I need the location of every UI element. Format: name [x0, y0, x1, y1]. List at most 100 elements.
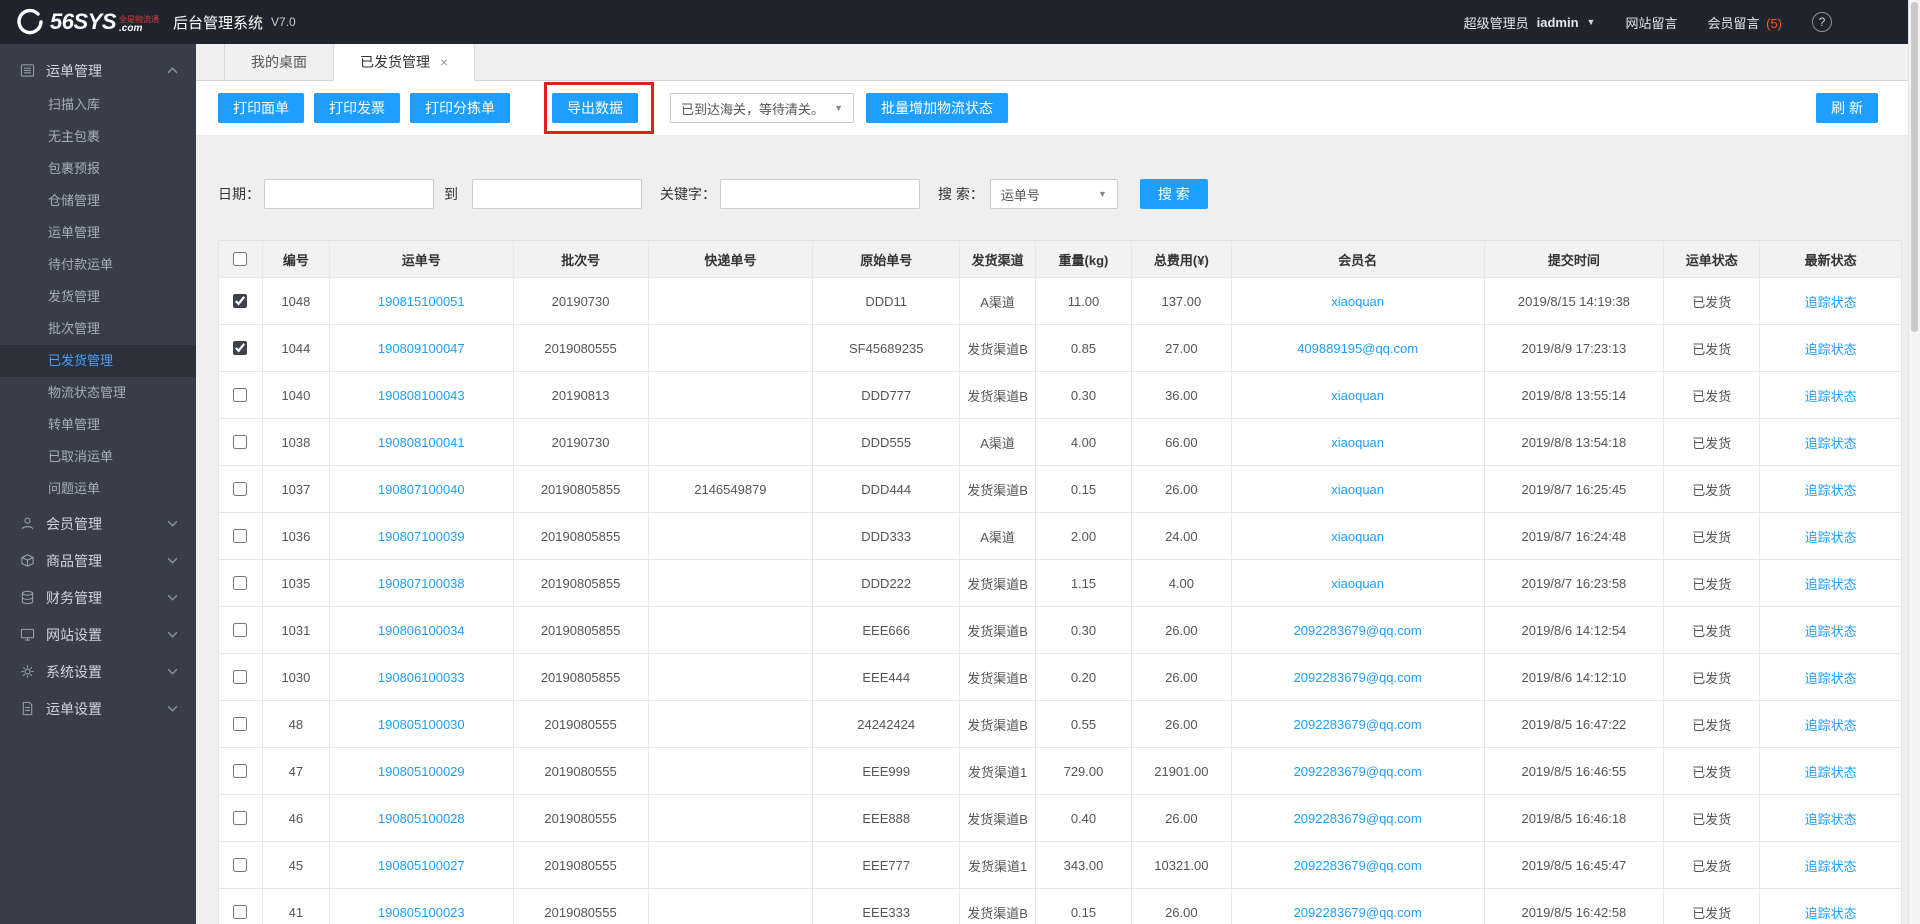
tab-my-desktop[interactable]: 我的桌面 [224, 44, 334, 80]
member-link[interactable]: xiaoquan [1331, 294, 1384, 309]
track-status-link[interactable]: 追踪状态 [1805, 809, 1857, 828]
scrollbar-thumb[interactable] [1911, 2, 1918, 332]
member-link[interactable]: xiaoquan [1331, 482, 1384, 497]
waybill-link[interactable]: 190815100051 [378, 294, 465, 309]
refresh-button[interactable]: 刷 新 [1816, 93, 1878, 123]
sidebar-item-批次管理[interactable]: 批次管理 [0, 313, 196, 345]
member-link[interactable]: xiaoquan [1331, 388, 1384, 403]
sidebar-item-运单管理[interactable]: 运单管理 [0, 217, 196, 249]
row-checkbox[interactable] [233, 811, 247, 825]
help-icon[interactable]: ? [1812, 12, 1832, 32]
waybill-link[interactable]: 190806100034 [378, 623, 465, 638]
export-data-button[interactable]: 导出数据 [552, 93, 638, 123]
keyword-input[interactable] [720, 179, 920, 209]
track-status-link[interactable]: 追踪状态 [1805, 339, 1857, 358]
track-status-link[interactable]: 追踪状态 [1805, 621, 1857, 640]
member-link[interactable]: 2092283679@qq.com [1294, 670, 1422, 685]
sidebar-item-转单管理[interactable]: 转单管理 [0, 409, 196, 441]
sidebar-item-物流状态管理[interactable]: 物流状态管理 [0, 377, 196, 409]
sidebar-item-问题运单[interactable]: 问题运单 [0, 473, 196, 505]
waybill-link[interactable]: 190807100038 [378, 576, 465, 591]
row-checkbox[interactable] [233, 341, 247, 355]
waybill-link[interactable]: 190805100029 [378, 764, 465, 779]
member-link[interactable]: 2092283679@qq.com [1294, 811, 1422, 826]
member-link[interactable]: 409889195@qq.com [1297, 341, 1418, 356]
track-status-link[interactable]: 追踪状态 [1805, 856, 1857, 875]
sidebar-item-包裹预报[interactable]: 包裹预报 [0, 153, 196, 185]
track-status-link[interactable]: 追踪状态 [1805, 480, 1857, 499]
sidebar-item-发货管理[interactable]: 发货管理 [0, 281, 196, 313]
waybill-link[interactable]: 190805100028 [378, 811, 465, 826]
waybill-link[interactable]: 190807100039 [378, 529, 465, 544]
cell-latest: 追踪状态 [1760, 701, 1901, 748]
cell-channel: A渠道 [960, 513, 1036, 560]
sidebar-item-待付款运单[interactable]: 待付款运单 [0, 249, 196, 281]
close-icon[interactable]: × [440, 54, 448, 70]
row-checkbox[interactable] [233, 482, 247, 496]
member-link[interactable]: xiaoquan [1331, 435, 1384, 450]
select-all-checkbox[interactable] [233, 252, 247, 266]
row-checkbox[interactable] [233, 905, 247, 919]
sidebar-item-已取消运单[interactable]: 已取消运单 [0, 441, 196, 473]
member-link[interactable]: 2092283679@qq.com [1294, 764, 1422, 779]
row-checkbox[interactable] [233, 529, 247, 543]
user-menu[interactable]: 超级管理员 iadmin ▼ [1464, 13, 1596, 32]
sidebar-item-扫描入库[interactable]: 扫描入库 [0, 89, 196, 121]
track-status-link[interactable]: 追踪状态 [1805, 668, 1857, 687]
waybill-link[interactable]: 190809100047 [378, 341, 465, 356]
sidebar-group-运单管理[interactable]: 运单管理 [0, 52, 196, 89]
sidebar-group-商品管理[interactable]: 商品管理 [0, 542, 196, 579]
waybill-link[interactable]: 190805100030 [378, 717, 465, 732]
track-status-link[interactable]: 追踪状态 [1805, 292, 1857, 311]
date-to-input[interactable] [472, 179, 642, 209]
waybill-link[interactable]: 190805100027 [378, 858, 465, 873]
print-label-button[interactable]: 打印面单 [218, 93, 304, 123]
member-link[interactable]: 2092283679@qq.com [1294, 717, 1422, 732]
search-button[interactable]: 搜 索 [1140, 179, 1208, 209]
site-messages-link[interactable]: 网站留言 [1625, 13, 1677, 32]
track-status-link[interactable]: 追踪状态 [1805, 574, 1857, 593]
waybill-link[interactable]: 190808100041 [378, 435, 465, 450]
waybill-link[interactable]: 190807100040 [378, 482, 465, 497]
member-link[interactable]: xiaoquan [1331, 529, 1384, 544]
sidebar-group-会员管理[interactable]: 会员管理 [0, 505, 196, 542]
print-invoice-button[interactable]: 打印发票 [314, 93, 400, 123]
row-checkbox[interactable] [233, 858, 247, 872]
sidebar-item-已发货管理[interactable]: 已发货管理 [0, 345, 196, 377]
track-status-link[interactable]: 追踪状态 [1805, 433, 1857, 452]
member-link[interactable]: 2092283679@qq.com [1294, 858, 1422, 873]
row-checkbox[interactable] [233, 576, 247, 590]
print-sorting-button[interactable]: 打印分拣单 [410, 93, 510, 123]
row-checkbox[interactable] [233, 717, 247, 731]
sidebar-item-仓储管理[interactable]: 仓储管理 [0, 185, 196, 217]
track-status-link[interactable]: 追踪状态 [1805, 386, 1857, 405]
waybill-link[interactable]: 190806100033 [378, 670, 465, 685]
waybill-link[interactable]: 190805100023 [378, 905, 465, 920]
track-status-link[interactable]: 追踪状态 [1805, 527, 1857, 546]
track-status-link[interactable]: 追踪状态 [1805, 903, 1857, 922]
sidebar-item-无主包裹[interactable]: 无主包裹 [0, 121, 196, 153]
member-messages-link[interactable]: 会员留言 (5) [1707, 13, 1782, 32]
member-link[interactable]: 2092283679@qq.com [1294, 623, 1422, 638]
row-checkbox[interactable] [233, 435, 247, 449]
tab-shipped-management[interactable]: 已发货管理 × [333, 44, 475, 81]
sidebar-group-财务管理[interactable]: 财务管理 [0, 579, 196, 616]
member-link[interactable]: xiaoquan [1331, 576, 1384, 591]
search-by-select[interactable]: 运单号 ▼ [990, 179, 1118, 209]
page-scrollbar[interactable] [1908, 0, 1920, 924]
sidebar-group-系统设置[interactable]: 系统设置 [0, 653, 196, 690]
row-checkbox[interactable] [233, 670, 247, 684]
member-link[interactable]: 2092283679@qq.com [1294, 905, 1422, 920]
row-checkbox[interactable] [233, 764, 247, 778]
row-checkbox[interactable] [233, 388, 247, 402]
waybill-link[interactable]: 190808100043 [378, 388, 465, 403]
logistics-status-select[interactable]: 已到达海关，等待清关。 ▼ [670, 93, 854, 123]
track-status-link[interactable]: 追踪状态 [1805, 762, 1857, 781]
row-checkbox[interactable] [233, 623, 247, 637]
date-from-input[interactable] [264, 179, 434, 209]
sidebar-group-网站设置[interactable]: 网站设置 [0, 616, 196, 653]
track-status-link[interactable]: 追踪状态 [1805, 715, 1857, 734]
batch-add-status-button[interactable]: 批量增加物流状态 [866, 93, 1008, 123]
sidebar-group-运单设置[interactable]: 运单设置 [0, 690, 196, 727]
row-checkbox[interactable] [233, 294, 247, 308]
